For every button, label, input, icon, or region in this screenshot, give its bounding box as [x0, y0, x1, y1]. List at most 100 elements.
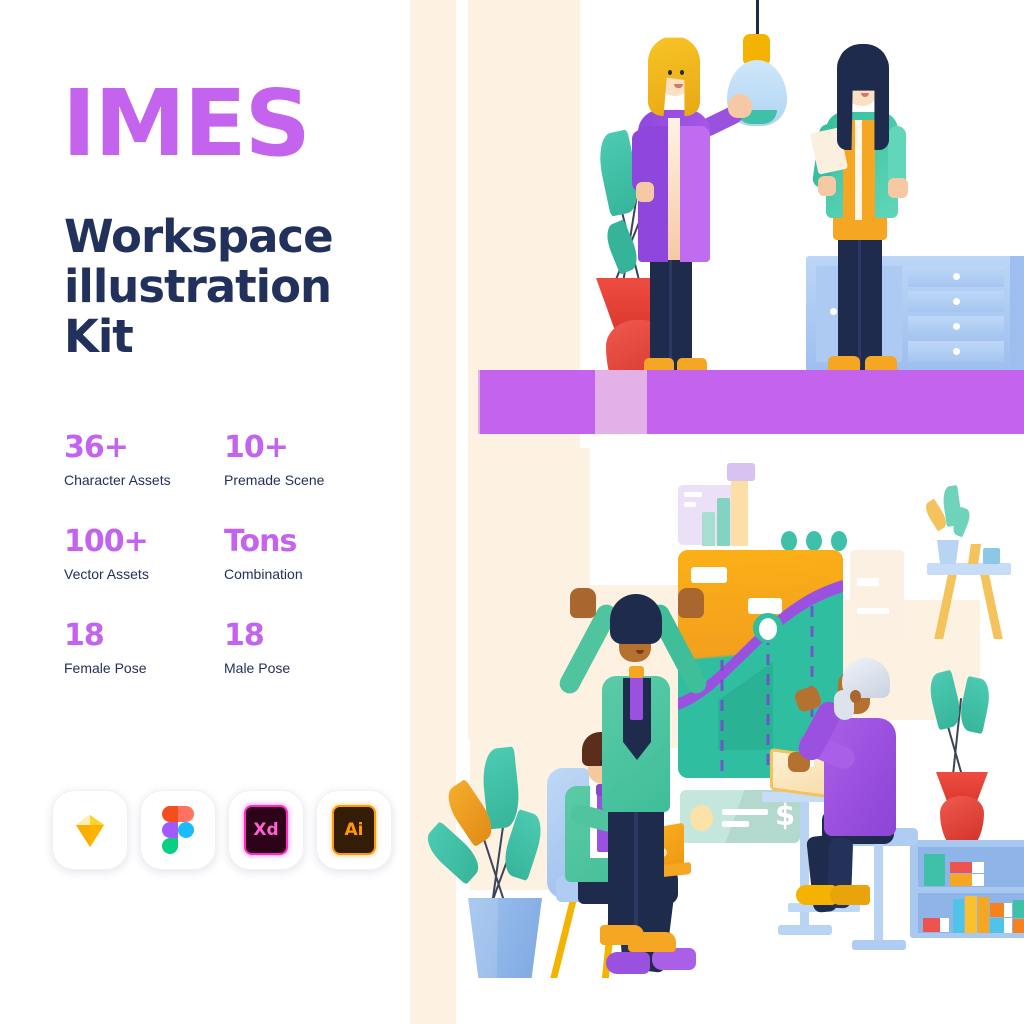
stat-label: Combination — [224, 566, 303, 582]
stat-value: 10+ — [224, 430, 289, 465]
cabinet-drawer-knob — [953, 323, 960, 330]
bar-chart-widget-line — [684, 492, 702, 497]
teal-dot — [831, 531, 847, 551]
purple-floor-bar — [478, 370, 1024, 434]
shelf-object-box — [983, 548, 1000, 564]
bar-chart-widget-bar — [717, 498, 730, 546]
hijab-woman-hand-left — [636, 182, 654, 202]
book — [924, 854, 945, 886]
presenter-eye — [641, 637, 645, 642]
chart-label-tag — [748, 598, 782, 614]
stat-female-pose: 18 Female Pose — [64, 618, 224, 677]
cabinet-side — [1010, 256, 1024, 374]
desk-base — [778, 925, 832, 935]
adobe-xd-badge: Xd — [244, 805, 288, 855]
stat-value: 36+ — [64, 430, 129, 465]
presenter-eye — [630, 637, 634, 642]
tablet-woman-eye — [856, 80, 860, 85]
tablet-woman-cardigan-open-stripe — [855, 120, 862, 220]
cabinet-door-knob — [830, 308, 837, 315]
background-band-overlay — [468, 370, 480, 434]
plant-pot-highlight — [468, 898, 498, 978]
adobe-xd-icon[interactable]: Xd — [228, 790, 304, 870]
chair-leg — [550, 900, 577, 978]
book — [978, 897, 989, 933]
background-band-overlay — [595, 370, 647, 434]
mobile-mockup-card — [850, 550, 904, 640]
book — [1013, 919, 1024, 933]
check-line — [722, 809, 768, 815]
presenter-hair — [610, 594, 662, 644]
teal-dot — [781, 531, 797, 551]
stool-base — [852, 940, 906, 950]
hijab-woman-eye — [668, 70, 672, 75]
stats-row: 100+ Vector Assets Tons Combination — [64, 524, 394, 583]
presenter-tie — [630, 672, 643, 720]
stat-label: Vector Assets — [64, 566, 149, 582]
stat-label: Character Assets — [64, 472, 171, 488]
stool-leg — [874, 844, 883, 948]
stat-male-pose: 18 Male Pose — [224, 620, 384, 677]
hijab-woman-eye — [680, 70, 684, 75]
stat-label: Male Pose — [224, 660, 291, 676]
stat-combination: Tons Combination — [224, 524, 384, 583]
subtitle-line-2: illustration Kit — [64, 260, 332, 363]
presenter-tie-knot — [629, 666, 644, 678]
mobile-mockup-line — [857, 608, 889, 614]
page-title: IMES — [62, 70, 311, 177]
stat-premade-scene: 10+ Premade Scene — [224, 430, 384, 489]
adobe-illustrator-icon[interactable]: Ai — [316, 790, 392, 870]
wall-shelf-leg — [980, 575, 1003, 639]
book — [953, 899, 964, 933]
bar-chart-widget-bar — [731, 478, 748, 546]
presenter-pants-gap — [634, 806, 638, 936]
stat-value: 100+ — [64, 524, 149, 559]
shelf-object-lamp — [968, 544, 981, 564]
sketch-glyph — [76, 815, 104, 847]
stat-value: Tons — [224, 524, 297, 559]
poster-canvas: $ IMES Workspace illustration Kit 36+ Ch… — [0, 0, 1024, 1024]
subtitle-line-1: Workspace — [64, 210, 334, 263]
stats-row: 18 Female Pose 18 Male Pose — [64, 618, 394, 677]
cabinet-drawer-knob — [953, 298, 960, 305]
pendant-lamp-cord — [756, 0, 759, 38]
presenter-hand-right — [678, 588, 704, 618]
figma-glyph — [162, 806, 194, 854]
stat-value: 18 — [64, 618, 105, 653]
elderly-man-shoe — [830, 885, 870, 905]
elderly-man-ear — [850, 690, 861, 703]
book-page — [940, 918, 949, 932]
book-page — [1004, 903, 1012, 917]
shelf-plant-pot — [937, 540, 959, 564]
cabinet-drawer-knob — [953, 348, 960, 355]
dollar-symbol: $ — [775, 798, 796, 832]
figma-icon[interactable] — [140, 790, 216, 870]
bar-chart-widget-line — [684, 502, 696, 507]
supported-apps: Xd Ai — [52, 790, 392, 870]
book-page — [972, 874, 984, 886]
mobile-mockup-line — [857, 578, 879, 586]
tablet-woman-hand-left — [818, 176, 836, 196]
stat-vector-assets: 100+ Vector Assets — [64, 524, 224, 583]
tablet-woman-eye — [867, 80, 871, 85]
stats-row: 36+ Character Assets 10+ Premade Scene — [64, 430, 394, 489]
book-page — [972, 862, 984, 873]
book-page — [1004, 918, 1012, 933]
hijab-woman-coat-split — [668, 118, 680, 260]
check-avatar — [690, 805, 713, 831]
tablet-woman-hand-right — [888, 178, 908, 198]
chart-location-pin-inner — [759, 618, 777, 640]
illustration-area: $ — [410, 0, 1024, 1024]
hijab-woman-hand-right — [728, 94, 752, 118]
hijab-woman-coat-right — [680, 126, 710, 262]
adobe-illustrator-badge: Ai — [332, 805, 376, 855]
sketch-icon[interactable] — [52, 790, 128, 870]
presenter-shoe — [628, 932, 676, 952]
bar-chart-widget-bar — [702, 512, 715, 546]
presenter-hand-left — [570, 588, 596, 618]
stat-character-assets: 36+ Character Assets — [64, 430, 224, 489]
teal-dot — [806, 531, 822, 551]
elderly-man-sweater — [824, 718, 896, 836]
check-line — [722, 821, 749, 827]
seated-man-shoe — [606, 952, 650, 974]
